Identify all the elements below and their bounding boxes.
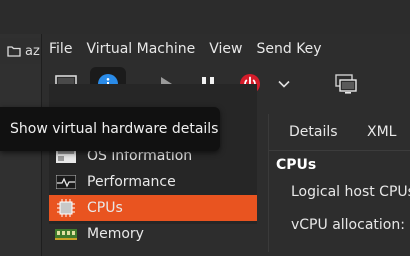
list-item-cpus[interactable]: CPUs (49, 195, 257, 221)
shutdown-menu-button[interactable] (272, 67, 296, 101)
details-pane: Details XML CPUs Logical host CPUs: vCPU… (268, 114, 410, 252)
list-item-label: CPUs (87, 200, 123, 216)
snapshot-icon (335, 74, 357, 94)
tooltip: Show virtual hardware details (0, 107, 220, 151)
list-item-performance[interactable]: Performance (49, 169, 257, 195)
tab-details[interactable]: Details (289, 114, 338, 150)
list-item-label: Performance (87, 174, 176, 190)
host-tab-label: az (25, 43, 40, 59)
menu-view[interactable]: View (202, 34, 249, 64)
hardware-list: OS information Performance CPUs Memory (49, 84, 257, 242)
memory-icon (55, 226, 77, 242)
menu-virtual-machine[interactable]: Virtual Machine (79, 34, 202, 64)
snapshots-button[interactable] (328, 67, 364, 101)
tooltip-text: Show virtual hardware details (10, 121, 219, 137)
cpu-icon (55, 199, 77, 217)
menu-send-key[interactable]: Send Key (249, 34, 328, 64)
list-item-label: Memory (87, 226, 144, 242)
menu-file[interactable]: File (42, 34, 79, 64)
host-folder-tab[interactable]: az (0, 38, 41, 64)
section-title: CPUs (276, 157, 317, 173)
details-tabs: Details XML (269, 114, 410, 151)
host-titlebar (0, 0, 410, 34)
menubar: File Virtual Machine View Send Key (42, 34, 410, 64)
chevron-down-icon (278, 80, 290, 88)
field-label-logical-host-cpus: Logical host CPUs: (291, 184, 410, 200)
tab-xml[interactable]: XML (367, 114, 396, 150)
folder-icon (7, 46, 21, 57)
field-label-vcpu-allocation: vCPU allocation: (291, 217, 405, 233)
performance-icon (55, 174, 77, 190)
list-item-memory[interactable]: Memory (49, 221, 257, 247)
